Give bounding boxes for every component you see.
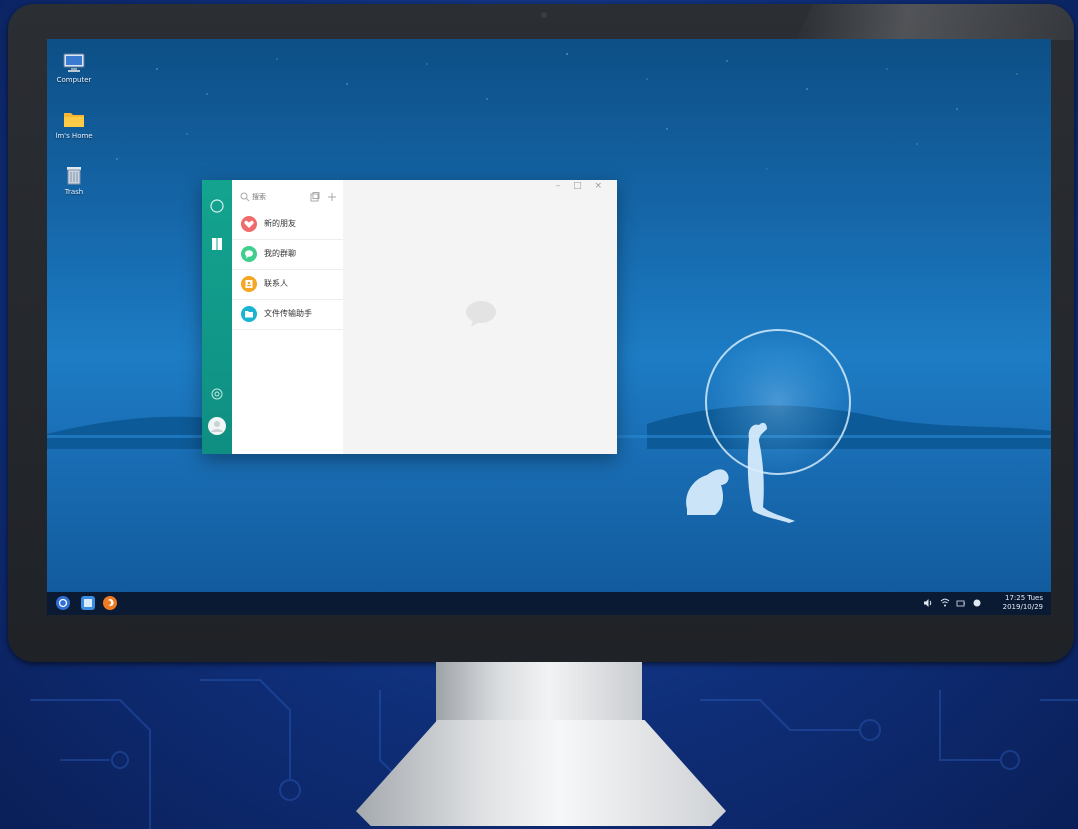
search-input[interactable]	[252, 191, 302, 203]
desktop-icon-label: Computer	[56, 76, 92, 84]
browser-icon[interactable]	[103, 596, 117, 610]
computer-icon	[63, 53, 85, 73]
contacts-book-icon[interactable]	[209, 236, 225, 252]
clock-date: 2019/10/29	[1002, 603, 1043, 611]
add-icon[interactable]	[327, 192, 337, 202]
desktop-icon-trash[interactable]: Trash	[47, 165, 104, 196]
search-bar	[232, 188, 343, 208]
desktop-icon-label: Trash	[64, 188, 84, 196]
list-item-file-transfer[interactable]: 文件传输助手	[232, 300, 343, 330]
webcam	[541, 12, 547, 18]
battery-icon[interactable]	[956, 597, 966, 609]
list-item-contacts[interactable]: 联系人	[232, 270, 343, 300]
avatar[interactable]	[208, 417, 226, 435]
chat-icon	[241, 246, 257, 262]
list-item-label: 文件传输助手	[264, 309, 312, 318]
list-item-group-chats[interactable]: 我的群聊	[232, 240, 343, 270]
volume-icon[interactable]	[923, 597, 933, 609]
list-item-label: 新的朋友	[264, 219, 296, 228]
taskbar-clock[interactable]: 17:25 Tues 2019/10/29	[1003, 594, 1043, 612]
desktop-screen: Computer lm's Home Trash 搜索 新的朋友 我的群聊 联系…	[47, 39, 1051, 615]
chat-main-area: – □ ×	[343, 180, 617, 454]
heart-icon	[241, 216, 257, 232]
empty-chat-logo-icon	[466, 301, 496, 327]
contact-card-icon	[241, 276, 257, 292]
search-icon	[240, 192, 250, 202]
trash-icon	[63, 165, 85, 185]
bezel-reflection	[796, 4, 1074, 40]
window-controls[interactable]: – □ ×	[556, 181, 607, 191]
app-sidebar-rail	[202, 180, 232, 454]
chat-bubble-icon[interactable]	[209, 198, 225, 214]
list-item-label: 联系人	[264, 279, 288, 288]
desktop-icon-home[interactable]: lm's Home	[47, 109, 104, 140]
contact-list-panel: 新的朋友 我的群聊 联系人 文件传输助手	[232, 180, 343, 454]
desktop-icon-computer[interactable]: Computer	[47, 53, 104, 84]
notification-icon[interactable]	[972, 597, 982, 609]
wifi-icon[interactable]	[940, 597, 950, 609]
desktop-icon-label: lm's Home	[55, 132, 93, 140]
start-menu-icon[interactable]	[56, 596, 70, 610]
new-window-icon[interactable]	[310, 192, 320, 202]
file-manager-icon[interactable]	[81, 596, 95, 610]
chat-app-window[interactable]: 新的朋友 我的群聊 联系人 文件传输助手 –	[202, 180, 617, 454]
list-item-new-friends[interactable]: 新的朋友	[232, 210, 343, 240]
clock-time: 17:25 Tues	[1004, 594, 1043, 602]
taskbar: 17:25 Tues 2019/10/29	[47, 592, 1051, 615]
monitor-neck	[436, 662, 642, 722]
settings-icon[interactable]	[209, 386, 225, 402]
list-item-label: 我的群聊	[264, 249, 296, 258]
folder-icon	[241, 306, 257, 322]
folder-icon	[63, 109, 85, 129]
